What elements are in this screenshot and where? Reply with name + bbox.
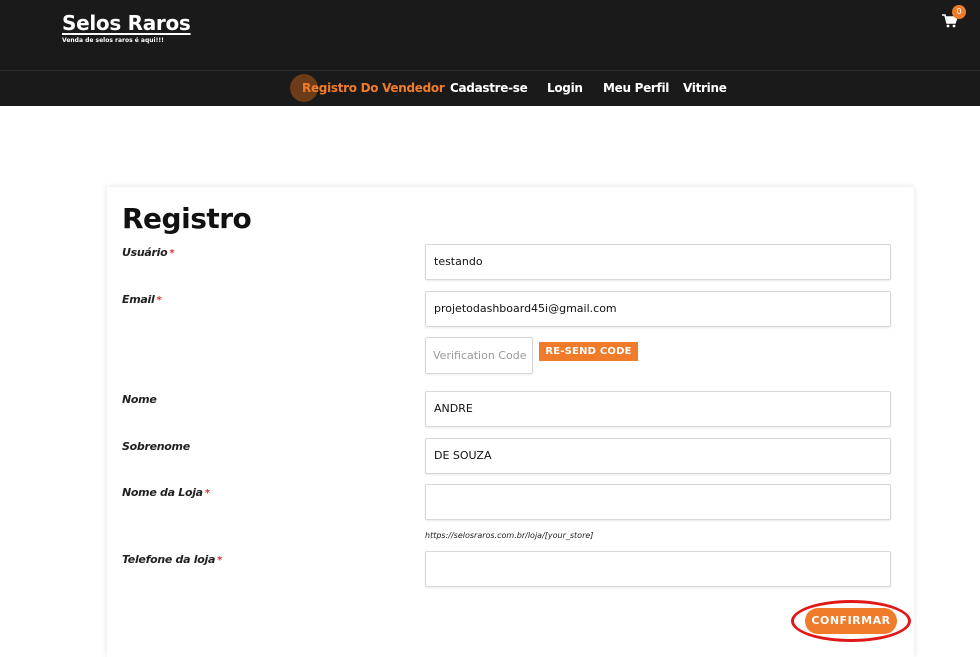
highlight-annotation: [791, 600, 911, 642]
sobrenome-label: Sobrenome: [122, 440, 190, 453]
nome-loja-label: Nome da Loja *: [122, 486, 210, 499]
sobrenome-input[interactable]: DE SOUZA: [425, 438, 891, 474]
nav-login[interactable]: Login: [547, 81, 583, 95]
resend-code-button[interactable]: RE-SEND CODE: [539, 342, 638, 361]
telefone-loja-label: Telefone da loja *: [122, 553, 223, 566]
cart-button[interactable]: 0: [940, 5, 966, 30]
store-url-hint: https://selosraros.com.br/loja/[your_sto…: [425, 531, 594, 540]
verification-code-input[interactable]: Verification Code: [425, 337, 533, 374]
nav-registro-vendedor[interactable]: Registro Do Vendedor: [302, 81, 445, 95]
brand-title[interactable]: Selos Raros: [62, 11, 191, 35]
nav-cadastre-se[interactable]: Cadastre-se: [450, 81, 528, 95]
required-mark: *: [204, 488, 210, 499]
email-label: Email *: [122, 293, 162, 306]
brand-subtitle: Venda de selos raros é aqui!!!: [62, 37, 164, 44]
nav-meu-perfil[interactable]: Meu Perfil: [603, 81, 669, 95]
nome-loja-input[interactable]: [425, 484, 891, 520]
usuario-label: Usuário *: [122, 246, 175, 259]
page-title: Registro: [122, 202, 252, 235]
telefone-loja-input[interactable]: [425, 551, 891, 587]
cart-count-badge: 0: [952, 5, 966, 19]
top-header: Selos Raros Venda de selos raros é aqui!…: [0, 0, 980, 70]
required-mark: *: [169, 248, 175, 259]
brand[interactable]: Selos Raros Venda de selos raros é aqui!…: [62, 11, 191, 44]
email-input[interactable]: projetodashboard45i@gmail.com: [425, 291, 891, 327]
required-mark: *: [156, 295, 162, 306]
main-nav: Registro Do Vendedor Cadastre-se Login M…: [0, 70, 980, 106]
required-mark: *: [217, 555, 223, 566]
nome-input[interactable]: ANDRE: [425, 391, 891, 427]
usuario-input[interactable]: testando: [425, 244, 891, 280]
nome-label: Nome: [122, 393, 157, 406]
nav-vitrine[interactable]: Vitrine: [683, 81, 727, 95]
